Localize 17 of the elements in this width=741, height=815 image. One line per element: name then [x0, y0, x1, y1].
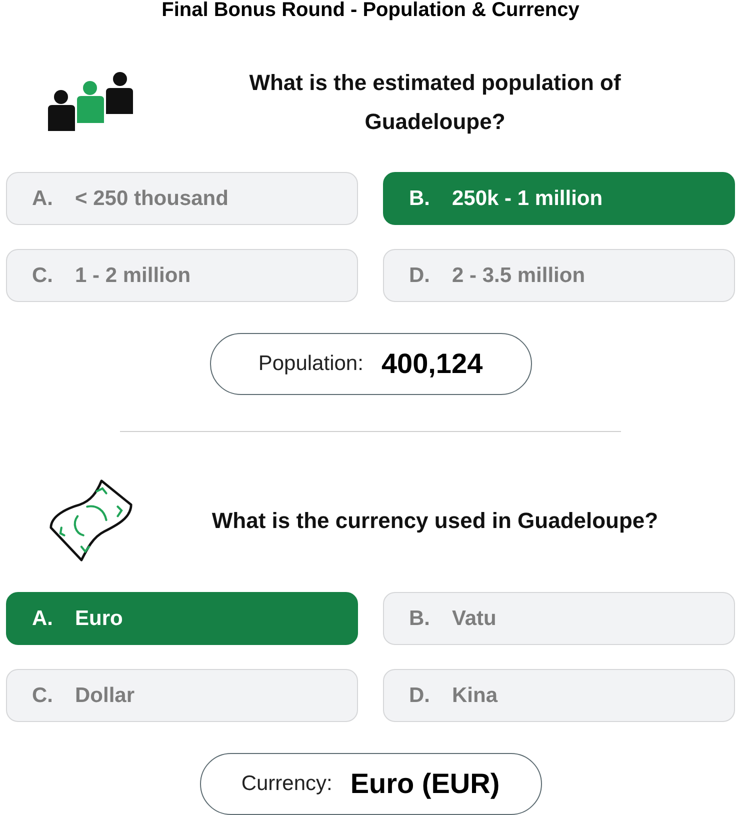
answer-option[interactable]: B. 250k - 1 million	[383, 172, 735, 225]
answer-option[interactable]: A. < 250 thousand	[6, 172, 358, 225]
answer-label: Currency:	[241, 772, 332, 796]
question-text: What is the estimated population of Guadeloupe?	[248, 69, 622, 136]
round-title: Final Bonus Round - Population & Currency	[160, 0, 580, 20]
answer-value: Euro (EUR)	[350, 768, 500, 800]
answer-option[interactable]: C. Dollar	[6, 669, 358, 722]
answer-option[interactable]: B. Vatu	[383, 592, 735, 645]
banknote-icon	[49, 478, 133, 562]
answer-label: Population:	[258, 352, 364, 376]
answer-option[interactable]: D. Kina	[383, 669, 735, 722]
question-text: What is the currency used in Guadeloupe?	[212, 506, 658, 535]
people-icon	[47, 72, 134, 132]
answer-option[interactable]: C. 1 - 2 million	[6, 249, 358, 302]
answer-value: 400,124	[381, 348, 483, 380]
answer-option[interactable]: D. 2 - 3.5 million	[383, 249, 735, 302]
answer-option[interactable]: A. Euro	[6, 592, 358, 645]
